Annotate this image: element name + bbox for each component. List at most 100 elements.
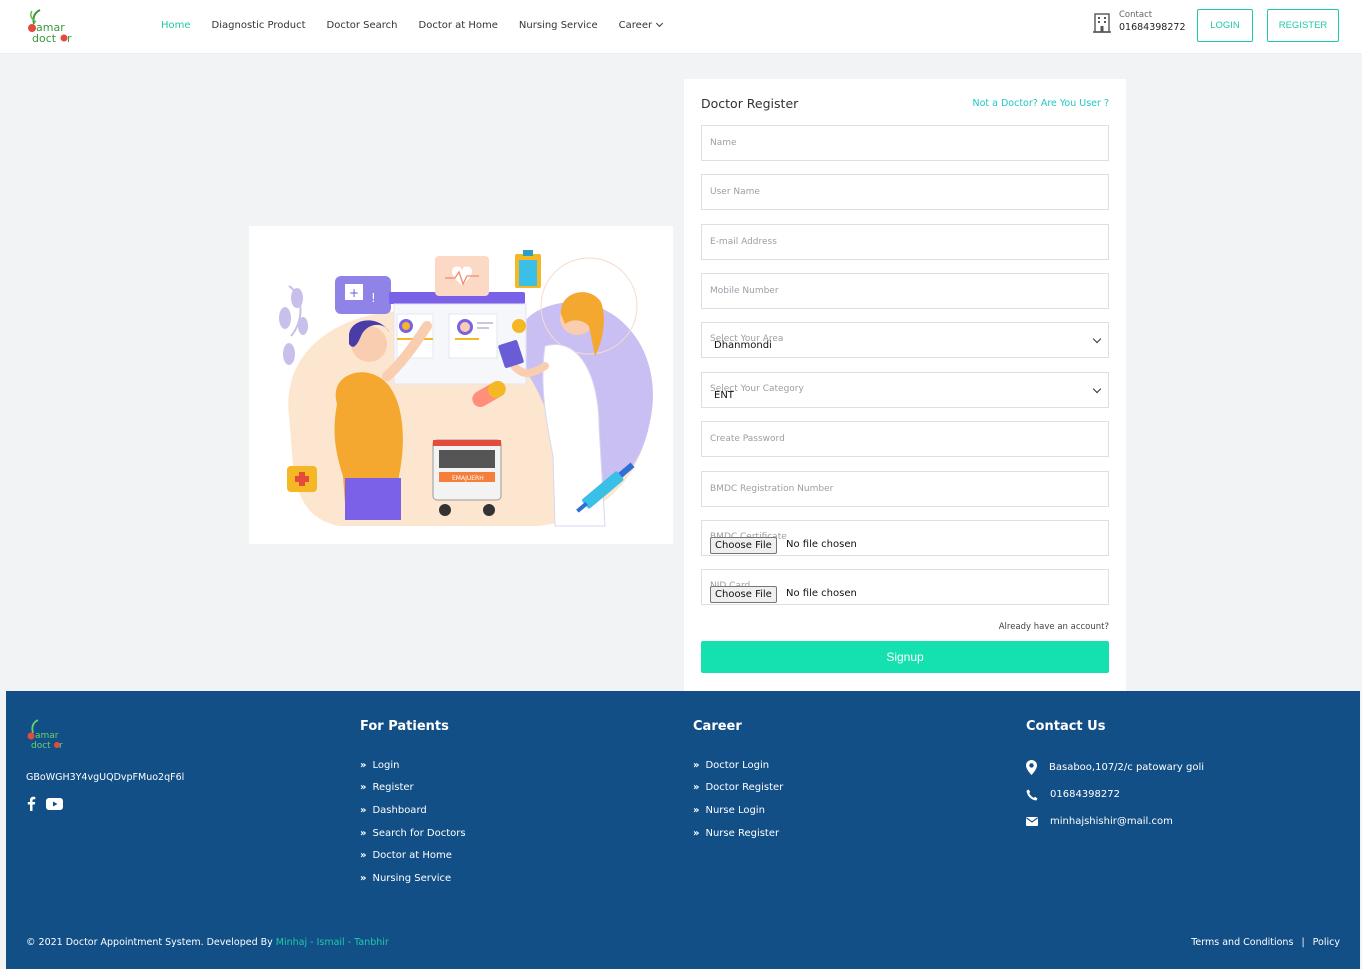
area-value: Dhanmondi [714,340,772,351]
footer-email[interactable]: minhajshishir@mail.com [1026,808,1204,835]
map-pin-icon [1026,760,1037,775]
copyright: © 2021 Doctor Appointment System. Develo… [26,937,389,948]
developer-link-ismail[interactable]: Ismail [317,937,345,948]
category-select[interactable]: Select Your Category ENT [701,372,1109,408]
nid-card-field: NID Card Choose File No file chosen [701,569,1109,605]
doctor-consultation-illustration: + ! EMAJUERH [249,226,673,544]
footer-link-doctor-at-home[interactable]: » Doctor at Home [360,844,466,867]
social-links [26,796,63,811]
svg-text:r: r [59,741,63,751]
footer-link-label: Login [372,759,400,771]
footer-logo[interactable]: amar doct r [26,719,64,751]
footer-link-label: Doctor Login [705,759,770,771]
footer-link-label: Nursing Service [372,872,452,884]
mobile-input[interactable] [702,274,1108,308]
nav-diagnostic-product[interactable]: Diagnostic Product [212,20,306,31]
register-button[interactable]: REGISTER [1267,9,1339,42]
phone-icon [1026,789,1038,800]
site-header: amar doct r Home Diagnostic Product Doct… [0,0,1362,54]
footer-contact-column: Contact Us Basaboo,107/2/c patowary goli… [1026,719,1204,835]
copyright-text: © 2021 Doctor Appointment System. Develo… [26,937,276,948]
footer-link-label: Register [372,782,414,794]
form-title: Doctor Register [701,96,799,111]
ambulance-label: EMAJUERH [452,475,484,482]
contact-phone[interactable]: 01684398272 [1119,22,1186,33]
footer-link-nursing-service[interactable]: » Nursing Service [360,867,466,890]
chevron-down-icon [1092,384,1102,394]
career-heading: Career [693,719,742,734]
username-input[interactable] [702,175,1108,209]
amar-doctor-logo[interactable]: amar doct r [26,8,72,46]
legal-divider: | [1301,937,1305,948]
footer-link-search-doctors[interactable]: » Search for Doctors [360,822,466,845]
nid-choose-file-button[interactable]: Choose File [710,586,777,603]
footer-link-label: Doctor Register [705,782,784,794]
footer-address: Basaboo,107/2/c patowary goli [1026,754,1204,781]
double-chevron-icon: » [360,827,367,839]
password-field [701,421,1109,457]
double-chevron-icon: » [693,804,700,816]
phone-text: 01684398272 [1050,789,1120,800]
footer-link-doctor-login[interactable]: » Doctor Login [693,754,783,777]
nav-doctor-search[interactable]: Doctor Search [327,20,398,31]
svg-text:doct: doct [32,32,57,45]
nav-home[interactable]: Home [161,20,191,31]
chevron-down-icon [1092,334,1102,344]
login-button[interactable]: LOGIN [1197,9,1253,42]
developer-separator: - [307,937,317,948]
building-icon [1093,12,1111,33]
svg-text:amar: amar [35,731,59,741]
area-select[interactable]: Select Your Area Dhanmondi [701,322,1109,358]
envelope-icon [1026,817,1038,826]
developer-link-tanbhir[interactable]: Tanbhir [354,937,389,948]
double-chevron-icon: » [360,782,367,794]
footer-link-label: Nurse Login [705,804,765,816]
footer-link-dashboard[interactable]: » Dashboard [360,799,466,822]
chevron-down-icon [656,19,664,27]
nav-career-dropdown[interactable]: Career [618,19,664,31]
developer-link-minhaj[interactable]: Minhaj [276,937,307,948]
footer-code: GBoWGH3Y4vgUQDvpFMuo2qF6l [26,772,185,783]
site-footer: amar doct r GBoWGH3Y4vgUQDvpFMuo2qF6l Fo… [6,691,1360,969]
password-input[interactable] [702,422,1108,456]
bmdc-certificate-field: BMDC Certificate Choose File No file cho… [701,520,1109,556]
address-text: Basaboo,107/2/c patowary goli [1049,762,1205,773]
mobile-field [701,273,1109,309]
contact-heading: Contact Us [1026,719,1106,734]
double-chevron-icon: » [360,872,367,884]
youtube-icon[interactable] [46,797,63,810]
footer-link-label: Dashboard [372,804,427,816]
policy-link[interactable]: Policy [1313,937,1340,948]
email-field [701,224,1109,260]
footer-phone[interactable]: 01684398272 [1026,781,1204,808]
footer-link-label: Doctor at Home [372,850,452,862]
svg-text:+: + [349,286,359,300]
already-have-account-link[interactable]: Already have an account? [999,622,1109,632]
terms-link[interactable]: Terms and Conditions [1191,937,1293,948]
double-chevron-icon: » [360,759,367,771]
footer-link-label: Nurse Register [705,827,780,839]
bmdc-number-input[interactable] [702,472,1108,506]
facebook-icon[interactable] [26,796,36,811]
nid-file-status: No file chosen [786,588,857,599]
bmdc-file-status: No file chosen [786,539,857,550]
email-text: minhajshishir@mail.com [1050,816,1173,827]
nav-doctor-at-home[interactable]: Doctor at Home [419,20,498,31]
footer-link-register[interactable]: » Register [360,777,466,800]
name-field [701,125,1109,161]
svg-text:r: r [67,32,72,45]
nav-nursing-service[interactable]: Nursing Service [519,20,598,31]
bmdc-choose-file-button[interactable]: Choose File [710,537,777,554]
email-input[interactable] [702,225,1108,259]
name-input[interactable] [702,126,1108,160]
nav-career-label: Career [618,19,653,31]
footer-link-nurse-register[interactable]: » Nurse Register [693,822,783,845]
footer-link-login[interactable]: » Login [360,754,466,777]
doctor-register-card: Doctor Register Not a Doctor? Are You Us… [684,79,1126,691]
user-register-link[interactable]: Not a Doctor? Are You User ? [972,98,1109,109]
footer-link-doctor-register[interactable]: » Doctor Register [693,777,783,800]
footer-link-nurse-login[interactable]: » Nurse Login [693,799,783,822]
footer-patients-column: For Patients » Login » Register » Dashboard… [360,719,466,890]
developer-separator: - [344,937,355,948]
signup-button[interactable]: Signup [701,641,1109,673]
